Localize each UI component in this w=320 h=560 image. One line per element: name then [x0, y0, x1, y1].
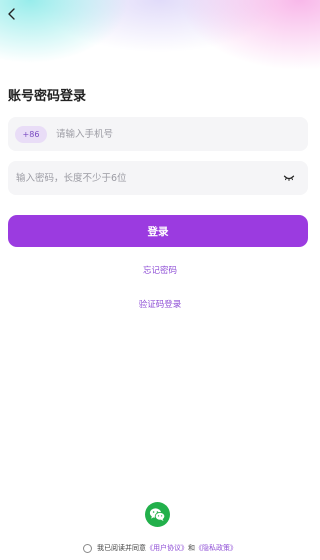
user-agreement-link[interactable]: 《用户协议》	[146, 543, 188, 553]
password-visibility-toggle[interactable]	[282, 171, 296, 185]
agreement-checkbox[interactable]	[83, 543, 92, 553]
forgot-password-link[interactable]: 忘记密码	[0, 264, 320, 276]
chevron-left-icon	[8, 8, 15, 20]
phone-field: +86	[8, 117, 308, 151]
privacy-policy-link[interactable]: 《隐私政策》	[195, 543, 237, 553]
password-field	[8, 161, 308, 195]
phone-input[interactable]	[56, 117, 296, 151]
password-input[interactable]	[16, 161, 276, 195]
country-code-selector[interactable]: +86	[15, 125, 47, 143]
agreement-prefix: 我已阅读并同意	[97, 544, 146, 552]
login-button[interactable]: 登录	[8, 215, 308, 247]
wechat-login-button[interactable]	[145, 502, 170, 527]
wechat-icon	[149, 508, 166, 521]
back-button[interactable]	[2, 4, 22, 24]
eye-closed-icon	[283, 175, 295, 181]
code-login-link[interactable]: 验证码登录	[0, 298, 320, 310]
agreement-row: 我已阅读并同意 《用户协议》 和 《隐私政策》	[0, 543, 320, 553]
agreement-and: 和	[188, 544, 195, 552]
page-title: 账号密码登录	[8, 89, 87, 104]
